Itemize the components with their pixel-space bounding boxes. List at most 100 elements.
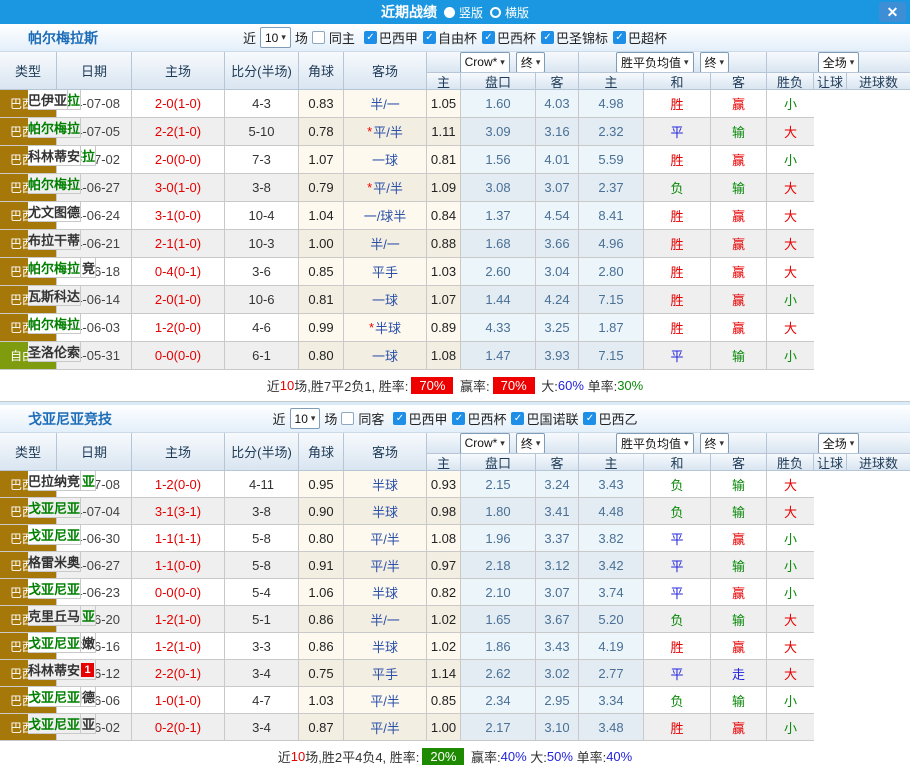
away-team-cell: 戈亚尼亚: [28, 579, 81, 599]
corners-cell: 5-10: [225, 118, 299, 146]
league-checkbox-option[interactable]: ✓巴国诺联: [511, 409, 578, 428]
odds-away-cell: 0.93: [427, 471, 461, 498]
radio-unselected-icon: [490, 7, 501, 18]
handicap-cell: 半/一: [344, 90, 427, 118]
table-header: 类型 日期 主场 比分(半场) 角球 客场 Crow* 终 胜平负均值 终 全场…: [0, 52, 910, 90]
result-handicap-cell: 走: [711, 660, 767, 687]
match-table-body: 巴西甲24-07-081戈亚尼亚1-2(0-0)4-11巴拉纳竞0.95半球0.…: [0, 471, 910, 741]
wdl-avg-select[interactable]: 胜平负均值: [616, 52, 694, 73]
handicap-cell: *平/半: [344, 118, 427, 146]
result-goals-cell: 小: [767, 286, 814, 314]
corners-cell: 3-8: [225, 174, 299, 202]
odds-away-cell: 0.88: [427, 230, 461, 258]
same-venue-checkbox[interactable]: [341, 412, 354, 425]
avg-draw-cell: 3.04: [536, 258, 579, 286]
match-row: 巴西甲24-06-14帕尔梅拉2-0(1-0)10-6瓦斯科达0.81一球1.0…: [0, 286, 910, 314]
handicap-label: 平/半: [370, 556, 400, 575]
odds-time-select[interactable]: 终: [516, 433, 546, 454]
layout-radio-horizontal[interactable]: 横版: [490, 4, 529, 21]
odds-company-select[interactable]: Crow*: [460, 433, 510, 454]
odds-time-select[interactable]: 终: [516, 52, 546, 73]
odds-home-cell: 0.90: [299, 498, 344, 525]
team-label: 科林蒂安: [28, 660, 80, 679]
match-scope-select[interactable]: 全场: [818, 52, 860, 73]
avg-time-select[interactable]: 终: [700, 52, 730, 73]
team-label: 尤文图德: [28, 202, 80, 221]
away-team-cell: 帕尔梅拉: [28, 314, 81, 334]
same-venue-label: 同客: [358, 409, 384, 428]
away-team-cell: 巴伊亚: [28, 90, 68, 110]
result-handicap-cell: 输: [711, 118, 767, 146]
league-label: 巴西杯: [467, 409, 506, 428]
match-scope-select[interactable]: 全场: [818, 433, 860, 454]
avg-draw-cell: 3.10: [536, 714, 579, 741]
result-goals-cell: 大: [767, 471, 814, 498]
summary-part: 赢率:: [467, 747, 500, 766]
close-button[interactable]: ✕: [879, 2, 906, 22]
league-checkbox-option[interactable]: ✓巴超杯: [613, 28, 667, 47]
league-checkbox-option[interactable]: ✓巴西杯: [452, 409, 506, 428]
team-name: 帕尔梅拉斯: [28, 28, 98, 48]
summary-part: 60%: [558, 378, 584, 393]
avg-away-cell: 3.43: [579, 471, 644, 498]
handicap-cell: 半球: [344, 498, 427, 525]
avg-time-select[interactable]: 终: [700, 433, 730, 454]
away-team-cell: 戈亚尼亚: [28, 525, 81, 545]
avg-away-cell: 3.48: [579, 714, 644, 741]
match-count-select[interactable]: 10: [290, 408, 321, 429]
avg-select-group: 胜平负均值 终: [579, 52, 767, 73]
table-header: 类型 日期 主场 比分(半场) 角球 客场 Crow* 终 胜平负均值 终 全场…: [0, 433, 910, 471]
match-row: 巴西甲24-07-08帕尔梅拉2-0(1-0)4-3巴伊亚0.83半/一1.05…: [0, 90, 910, 118]
wdl-avg-select[interactable]: 胜平负均值: [616, 433, 694, 454]
handicap-label: 半/一: [370, 610, 400, 629]
league-checkbox-option[interactable]: ✓巴西甲: [364, 28, 418, 47]
avg-home-cell: 3.09: [461, 118, 536, 146]
away-team-cell: 科林蒂安1: [28, 660, 96, 680]
odds-away-cell: 1.05: [427, 90, 461, 118]
corners-cell: 10-3: [225, 230, 299, 258]
sub-header-goals: 进球数: [847, 454, 910, 471]
odds-away-cell: 1.07: [427, 286, 461, 314]
result-wdl-cell: 胜: [644, 314, 711, 342]
col-header-type: 类型: [0, 52, 57, 90]
handicap-cell: 平/半: [344, 552, 427, 579]
away-team-cell: 帕尔梅拉: [28, 118, 81, 138]
odds-company-select[interactable]: Crow*: [460, 52, 510, 73]
avg-draw-cell: 3.67: [536, 606, 579, 633]
radio-vertical-label: 竖版: [459, 4, 483, 21]
col-header-score: 比分(半场): [225, 52, 299, 90]
league-checkbox-option[interactable]: ✓巴圣锦标: [541, 28, 608, 47]
avg-away-cell: 3.82: [579, 525, 644, 552]
same-venue-checkbox[interactable]: [312, 31, 325, 44]
league-checkbox-option[interactable]: ✓自由杯: [423, 28, 477, 47]
layout-radio-vertical[interactable]: 竖版: [444, 4, 483, 21]
avg-away-cell: 2.77: [579, 660, 644, 687]
result-goals-cell: 大: [767, 118, 814, 146]
result-handicap-cell: 赢: [711, 314, 767, 342]
league-filter-group: ✓巴西甲✓自由杯✓巴西杯✓巴圣锦标✓巴超杯: [359, 28, 667, 47]
match-count-select[interactable]: 10: [260, 27, 291, 48]
odds-select-group: Crow* 终: [427, 52, 579, 73]
avg-home-cell: 3.08: [461, 174, 536, 202]
odds-home-cell: 1.07: [299, 146, 344, 174]
avg-home-cell: 1.37: [461, 202, 536, 230]
league-checkbox-option[interactable]: ✓巴西杯: [482, 28, 536, 47]
sub-header-odds-away: 客: [536, 454, 579, 471]
corners-cell: 3-4: [225, 660, 299, 687]
recent-label: 近: [243, 28, 256, 47]
league-label: 巴西杯: [497, 28, 536, 47]
result-wdl-cell: 负: [644, 471, 711, 498]
col-header-date: 日期: [57, 52, 132, 90]
score-cell: 2-0(0-0): [132, 146, 225, 174]
result-handicap-cell: 赢: [711, 633, 767, 660]
avg-home-cell: 2.60: [461, 258, 536, 286]
team-label: 戈亚尼亚: [28, 714, 80, 733]
league-checkbox-option[interactable]: ✓巴西甲: [393, 409, 447, 428]
avg-draw-cell: 3.93: [536, 342, 579, 370]
result-handicap-cell: 赢: [711, 146, 767, 174]
avg-draw-cell: 3.12: [536, 552, 579, 579]
handicap-cell: 一球: [344, 286, 427, 314]
league-checkbox-option[interactable]: ✓巴西乙: [583, 409, 637, 428]
checkbox-checked-icon: ✓: [364, 31, 377, 44]
summary-part: 场,胜7平2负1, 胜率:: [294, 376, 408, 395]
